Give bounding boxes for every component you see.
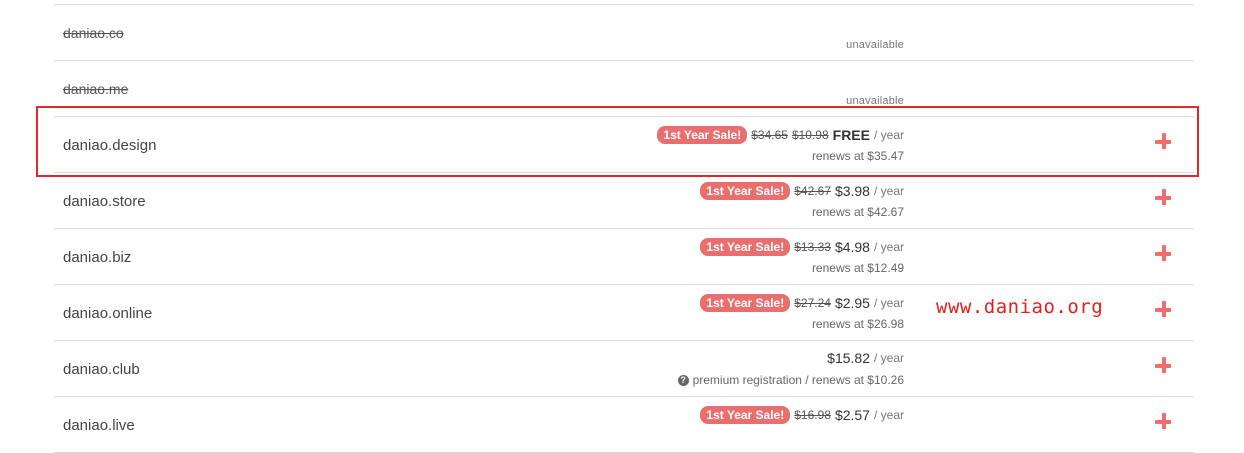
sale-badge: 1st Year Sale! (700, 182, 791, 200)
domain-name: daniao.biz (63, 249, 132, 266)
renewal-info: renews at $26.98 (812, 317, 904, 331)
price-period: / year (873, 408, 904, 422)
add-to-cart-button[interactable] (1154, 412, 1174, 432)
add-to-cart-button[interactable] (1154, 132, 1174, 152)
renewal-text: renews at $42.67 (811, 205, 904, 219)
renewal-text: renews at $35.47 (811, 149, 904, 163)
price-line: $15.82 / year (827, 350, 904, 366)
domain-row: daniao.co unavailable (54, 5, 1194, 61)
add-to-cart-button[interactable] (1154, 300, 1174, 320)
sale-badge: 1st Year Sale! (700, 294, 791, 312)
price-period: / year (873, 240, 904, 254)
domain-name: daniao.store (63, 193, 146, 210)
add-to-cart-button[interactable] (1154, 356, 1174, 376)
current-price: $15.82 (827, 350, 870, 366)
add-to-cart-button[interactable] (1154, 188, 1174, 208)
domain-name: daniao.design (63, 137, 157, 154)
price-period: / year (873, 296, 904, 310)
price-line: 1st Year Sale! $16.98 $2.57 / year (700, 406, 904, 424)
renewal-info: renews at $42.67 (812, 205, 904, 219)
domain-row: daniao.store 1st Year Sale! $42.67 $3.98… (54, 173, 1194, 229)
current-price: $2.57 (834, 407, 870, 423)
renewal-info: ? premium registration / renews at $10.2… (677, 373, 904, 387)
old-price: $27.24 (794, 296, 831, 310)
unavailable-label: unavailable (846, 39, 904, 51)
price-period: / year (873, 128, 904, 142)
price-period: / year (873, 184, 904, 198)
watermark-text: www.daniao.org (936, 296, 1104, 318)
domain-row: daniao.me unavailable (54, 61, 1194, 117)
sale-badge: 1st Year Sale! (657, 126, 748, 144)
unavailable-label: unavailable (846, 95, 904, 107)
price-line: 1st Year Sale! $34.65 $10.98 FREE / year (657, 126, 904, 144)
old-price: $34.65 (751, 128, 788, 142)
current-price: $3.98 (834, 183, 870, 199)
question-circle-icon[interactable]: ? (677, 374, 689, 386)
sale-badge: 1st Year Sale! (700, 238, 791, 256)
domain-results-list: daniao.co unavailable daniao.me unavaila… (54, 4, 1194, 453)
domain-row: daniao.live 1st Year Sale! $16.98 $2.57 … (54, 397, 1194, 453)
price-line: 1st Year Sale! $13.33 $4.98 / year (700, 238, 904, 256)
current-price: $4.98 (834, 239, 870, 255)
domain-name: daniao.online (63, 305, 153, 322)
add-to-cart-button[interactable] (1154, 244, 1174, 264)
domain-name: daniao.live (63, 417, 135, 434)
domain-name: daniao.club (63, 361, 140, 378)
domain-row: daniao.design 1st Year Sale! $34.65 $10.… (54, 117, 1194, 173)
domain-name: daniao.me (63, 81, 129, 97)
price-period: / year (873, 351, 904, 365)
renewal-info: renews at $35.47 (812, 149, 904, 163)
old-price: $42.67 (794, 184, 831, 198)
price-line: 1st Year Sale! $42.67 $3.98 / year (700, 182, 904, 200)
domain-name: daniao.co (63, 25, 124, 41)
current-price: FREE (832, 127, 870, 143)
renewal-text: renews at $12.49 (811, 261, 904, 275)
renewal-text: premium registration / renews at $10.26 (692, 373, 904, 387)
price-line: 1st Year Sale! $27.24 $2.95 / year (700, 294, 904, 312)
old-price-2: $10.98 (791, 128, 829, 142)
renewal-text: renews at $26.98 (811, 317, 904, 331)
old-price: $16.98 (794, 408, 831, 422)
domain-row: daniao.biz 1st Year Sale! $13.33 $4.98 /… (54, 229, 1194, 285)
domain-row: daniao.club $15.82 / year ? premium regi… (54, 341, 1194, 397)
renewal-info: renews at $12.49 (812, 261, 904, 275)
sale-badge: 1st Year Sale! (700, 406, 791, 424)
old-price: $13.33 (794, 240, 831, 254)
current-price: $2.95 (834, 295, 870, 311)
